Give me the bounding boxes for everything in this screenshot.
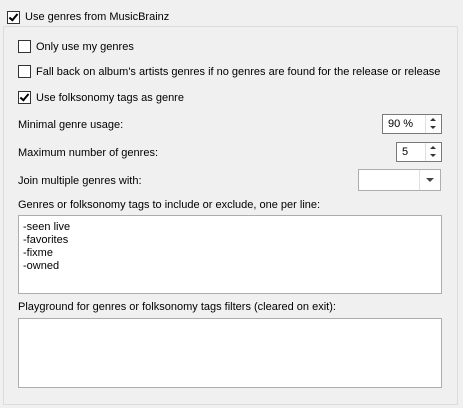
spin-down-icon[interactable] <box>426 152 441 161</box>
use-folksonomy-checkbox[interactable] <box>18 91 31 104</box>
min-genre-usage-value[interactable]: 90 % <box>388 117 413 131</box>
min-genre-usage-spinbox[interactable]: 90 % <box>382 114 442 134</box>
min-genre-usage-spin-buttons <box>425 115 441 133</box>
only-my-genres-label[interactable]: Only use my genres <box>36 40 134 54</box>
max-genres-spinbox[interactable]: 5 <box>396 142 442 162</box>
max-genres-spin-buttons <box>425 143 441 161</box>
join-genres-combobox[interactable] <box>358 169 441 191</box>
fallback-artist-genres-checkbox[interactable] <box>18 65 31 78</box>
spin-down-icon[interactable] <box>426 124 441 133</box>
fallback-artist-genres-label[interactable]: Fall back on album's artists genres if n… <box>36 65 442 79</box>
spin-up-icon[interactable] <box>426 115 441 124</box>
genres-options-page: Use genres from MusicBrainz Only use my … <box>0 0 463 408</box>
join-genres-label: Join multiple genres with: <box>18 175 142 187</box>
use-genres-checkbox[interactable] <box>7 11 20 24</box>
filter-line: -favorites <box>23 234 69 246</box>
filters-label: Genres or folksonomy tags to include or … <box>18 199 321 211</box>
use-genres-label[interactable]: Use genres from MusicBrainz <box>25 10 169 24</box>
filter-line: -seen live <box>23 221 71 233</box>
spin-up-icon[interactable] <box>426 143 441 152</box>
playground-textarea[interactable] <box>18 318 442 388</box>
only-my-genres-checkbox[interactable] <box>18 40 31 53</box>
playground-label: Playground for genres or folksonomy tags… <box>18 301 336 313</box>
filters-lines: -seen live -favorites -fixme -owned <box>23 221 70 273</box>
filter-line: -owned <box>23 260 60 272</box>
filter-line: -fixme <box>23 247 53 259</box>
max-genres-label: Maximum number of genres: <box>18 147 158 159</box>
chevron-down-icon[interactable] <box>419 170 440 190</box>
fallback-artist-genres-clip: Fall back on album's artists genres if n… <box>36 65 442 80</box>
filters-textarea[interactable]: -seen live -favorites -fixme -owned <box>18 215 442 294</box>
use-folksonomy-label[interactable]: Use folksonomy tags as genre <box>36 91 184 105</box>
min-genre-usage-label: Minimal genre usage: <box>18 119 124 131</box>
max-genres-value[interactable]: 5 <box>402 145 408 159</box>
